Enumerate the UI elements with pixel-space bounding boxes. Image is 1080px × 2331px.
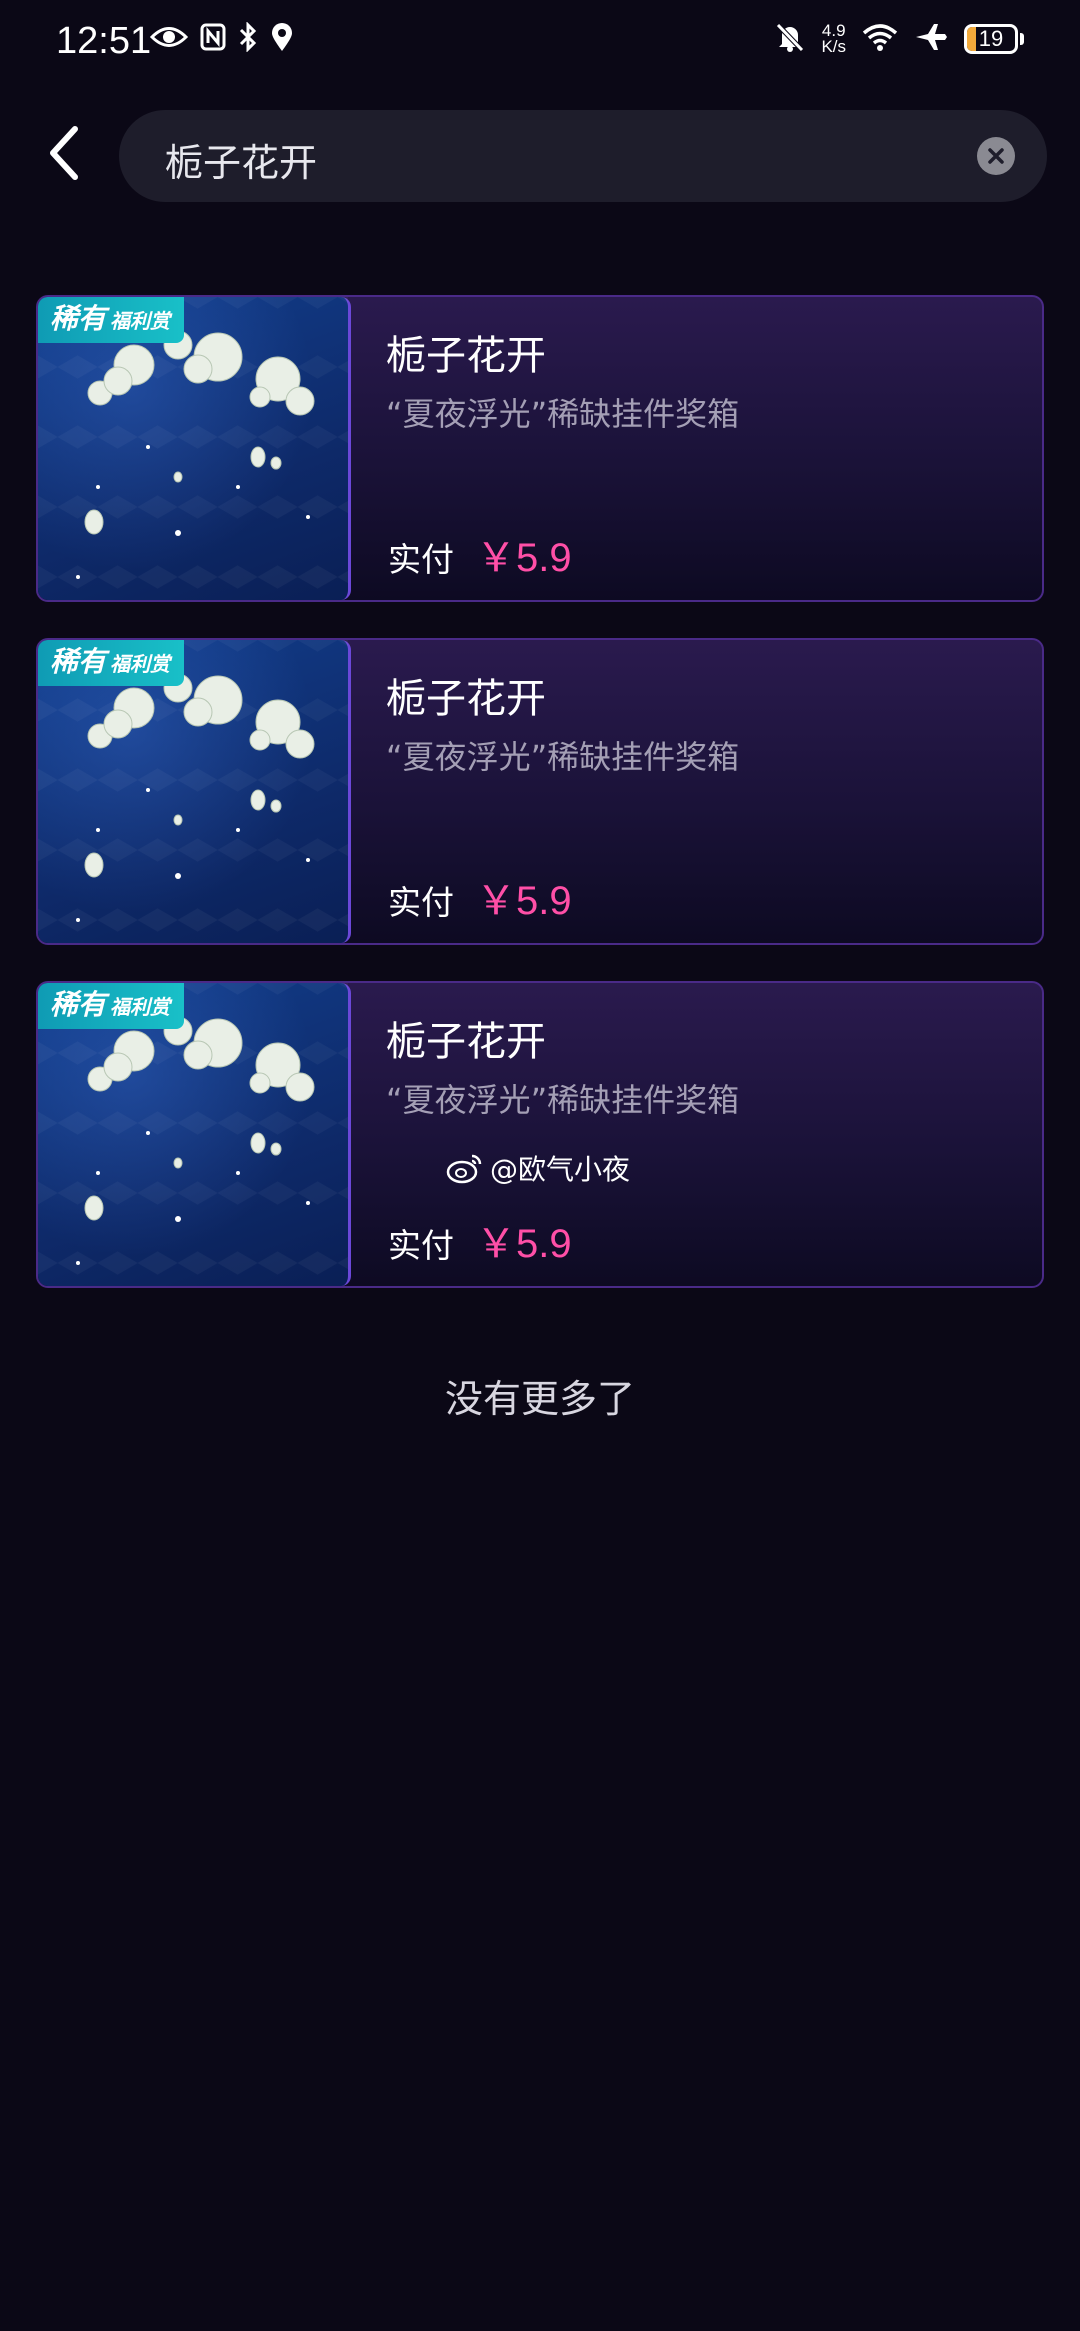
nfc-icon: [200, 23, 226, 55]
no-more-text: 没有更多了: [444, 1377, 635, 1421]
rare-badge: 稀有 福利赏: [38, 640, 185, 686]
battery-fill: [967, 27, 977, 51]
card-description: “夏夜浮光”稀缺挂件奖箱: [386, 395, 740, 433]
airplane-icon: [914, 22, 948, 56]
price-row: 实付 ￥5.9: [388, 868, 572, 926]
weibo-icon: [446, 1154, 482, 1184]
price-value: ￥5.9: [476, 879, 572, 923]
back-button[interactable]: [28, 118, 98, 188]
card-description: “夏夜浮光”稀缺挂件奖箱: [386, 1081, 740, 1119]
wifi-icon: [862, 23, 898, 55]
battery-level: 19: [978, 26, 1004, 51]
prize-thumbnail: 稀有 福利赏: [38, 983, 351, 1286]
battery-icon: 19: [964, 24, 1024, 54]
price-value: ￥5.9: [476, 1222, 572, 1266]
price-label: 实付: [388, 883, 454, 922]
watermark-text: @欧气小夜: [490, 1153, 631, 1186]
result-card[interactable]: 稀有 福利赏 栀子花开 “夏夜浮光”稀缺挂件奖箱 实付 ￥5.9: [36, 981, 1044, 1288]
price-label: 实付: [388, 540, 454, 579]
card-title: 栀子花开: [386, 1019, 546, 1065]
result-card[interactable]: 稀有 福利赏 栀子花开 “夏夜浮光”稀缺挂件奖箱 实付 ￥5.9: [36, 638, 1044, 945]
battery-tip: [1020, 33, 1024, 45]
status-right-icons: 4.9 K/s 19: [775, 22, 1024, 56]
result-card[interactable]: 稀有 福利赏 栀子花开 “夏夜浮光”稀缺挂件奖箱 实付 ￥5.9: [36, 295, 1044, 602]
price-row: 实付 ￥5.9: [388, 525, 572, 583]
search-query: 栀子花开: [165, 141, 318, 185]
weibo-watermark: @欧气小夜: [446, 1148, 630, 1188]
clear-search-button[interactable]: [977, 137, 1015, 175]
close-icon: [988, 148, 1004, 164]
search-input[interactable]: 栀子花开: [119, 110, 1047, 202]
net-speed: 4.9 K/s: [821, 21, 846, 56]
eye-icon: [149, 24, 189, 54]
card-description: “夏夜浮光”稀缺挂件奖箱: [386, 738, 740, 776]
status-left-icons: [149, 21, 294, 56]
price-label: 实付: [388, 1226, 454, 1265]
price-value: ￥5.9: [476, 536, 572, 580]
prize-thumbnail: 稀有 福利赏: [38, 640, 351, 943]
bluetooth-icon: [238, 21, 258, 56]
rare-badge: 稀有 福利赏: [38, 297, 185, 343]
price-row: 实付 ￥5.9: [388, 1211, 572, 1269]
card-title: 栀子花开: [386, 333, 546, 379]
battery-indicator: 19: [964, 24, 1018, 54]
location-icon: [270, 22, 294, 56]
mute-icon: [775, 22, 805, 56]
chevron-left-icon: [50, 126, 78, 180]
rare-badge: 稀有 福利赏: [38, 983, 185, 1029]
card-title: 栀子花开: [386, 676, 546, 722]
prize-thumbnail: 稀有 福利赏: [38, 297, 351, 600]
status-bar: 12:51 4.9 K/s 19: [0, 0, 1080, 90]
status-time: 12:51: [56, 20, 152, 62]
